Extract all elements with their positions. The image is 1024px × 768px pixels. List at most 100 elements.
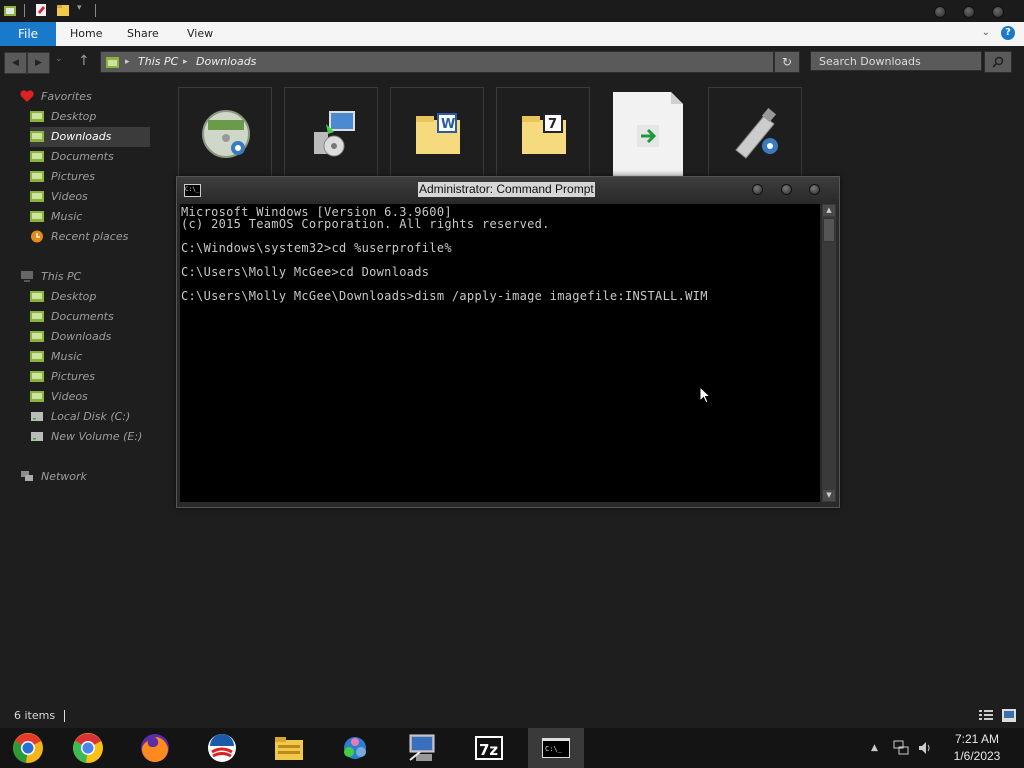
network-status-icon[interactable] — [893, 740, 909, 756]
nav-pc-pictures[interactable]: Pictures — [30, 367, 178, 387]
status-separator — [64, 710, 65, 722]
breadcrumb-separator-icon: ▸ — [125, 57, 130, 67]
svg-text:7z: 7z — [479, 741, 498, 759]
customize-toolbar-chevron-icon[interactable]: ▾ — [77, 3, 82, 13]
properties-icon[interactable] — [34, 3, 48, 17]
address-bar[interactable]: ▸ This PC ▸ Downloads — [100, 51, 774, 73]
file-tile-setup-program[interactable] — [284, 87, 378, 177]
new-folder-icon[interactable] — [56, 3, 70, 17]
file-tile-disc-installer[interactable] — [178, 87, 272, 177]
pictures-folder-icon — [30, 371, 44, 382]
search-button[interactable] — [984, 51, 1012, 73]
taskbar-7zip[interactable]: 7z — [461, 728, 517, 768]
recent-locations-chevron-icon[interactable]: ⌄ — [55, 54, 63, 64]
taskbar-campaign-logo[interactable] — [194, 728, 250, 768]
videos-folder-icon — [30, 191, 44, 202]
taskbar-remote-desktop[interactable] — [394, 728, 450, 768]
details-view-icon[interactable] — [979, 709, 993, 722]
tab-home[interactable]: Home — [70, 22, 102, 46]
console-output[interactable]: Microsoft Windows [Version 6.3.9600] (c)… — [180, 204, 820, 502]
shortcut-file-icon — [613, 92, 683, 177]
nav-pc-music[interactable]: Music — [30, 347, 178, 367]
taskbar-chrome-canary[interactable] — [0, 728, 56, 768]
large-icons-view-icon[interactable] — [1002, 709, 1016, 722]
nav-pc-local-disk[interactable]: Local Disk (C:) — [30, 407, 178, 427]
svg-text:W: W — [441, 117, 455, 132]
taskbar-file-explorer[interactable] — [261, 728, 317, 768]
pictures-folder-icon — [30, 171, 44, 182]
nav-network[interactable]: Network — [20, 467, 168, 487]
expand-ribbon-chevron-icon[interactable]: ⌄ — [982, 27, 990, 38]
tab-file[interactable]: File — [0, 22, 56, 46]
help-icon[interactable]: ? — [1001, 26, 1015, 40]
clock-time: 7:21 AM — [954, 732, 1000, 746]
show-hidden-icons-icon[interactable]: ▲ — [871, 743, 878, 753]
breadcrumb-downloads[interactable]: Downloads — [196, 52, 256, 72]
nav-favorites-recent-places[interactable]: Recent places — [30, 227, 178, 247]
cmd-close-button[interactable] — [809, 184, 820, 195]
nav-pc-videos[interactable]: Videos — [30, 387, 178, 407]
cmd-maximize-button[interactable] — [781, 184, 792, 195]
nav-favorites-downloads[interactable]: Downloads — [30, 127, 150, 147]
nav-pc-desktop[interactable]: Desktop — [30, 287, 178, 307]
nav-pc-new-volume[interactable]: New Volume (E:) — [30, 427, 178, 447]
explorer-app-icon[interactable] — [3, 3, 17, 17]
nav-favorites[interactable]: Favorites — [20, 87, 168, 107]
folder-location-icon — [106, 57, 119, 68]
nav-favorites-desktop[interactable]: Desktop — [30, 107, 178, 127]
videos-folder-icon — [30, 391, 44, 402]
console-scrollbar[interactable]: ▲ ▼ — [822, 204, 836, 502]
scroll-down-arrow-icon[interactable]: ▼ — [823, 490, 835, 501]
tab-view[interactable]: View — [187, 22, 213, 46]
drive-icon — [31, 412, 43, 421]
search-input[interactable]: Search Downloads — [810, 51, 982, 71]
file-explorer-icon — [275, 737, 303, 760]
ribbon: File Home Share View ⌄ ? — [0, 22, 1024, 46]
cmd-minimize-button[interactable] — [752, 184, 763, 195]
scroll-up-arrow-icon[interactable]: ▲ — [823, 205, 835, 216]
nav-this-pc[interactable]: This PC — [20, 267, 168, 287]
close-button[interactable] — [992, 6, 1004, 18]
mouse-cursor-icon — [699, 386, 711, 404]
forward-button[interactable]: ▶ — [27, 52, 50, 74]
file-tile-word-document[interactable]: W — [390, 87, 484, 177]
breadcrumb-separator-icon: ▸ — [183, 57, 188, 67]
taskbar-command-prompt[interactable]: C:\_ — [528, 728, 584, 768]
campaign-logo-icon — [208, 734, 236, 762]
taskbar-firefox[interactable] — [127, 728, 183, 768]
minimize-button[interactable] — [934, 6, 946, 18]
taskbar-chrome[interactable] — [60, 728, 116, 768]
search-icon — [992, 56, 1004, 68]
command-prompt-icon[interactable]: C:\_ — [184, 184, 201, 197]
taskbar-network-people[interactable] — [327, 728, 383, 768]
command-prompt-window[interactable]: C:\_ Administrator: Command Prompt Micro… — [176, 176, 840, 508]
nav-favorites-documents[interactable]: Documents — [30, 147, 178, 167]
volume-icon[interactable] — [917, 740, 933, 756]
music-folder-icon — [30, 351, 44, 362]
items-count: 6 items — [14, 709, 56, 722]
system-clock[interactable]: 7:21 AM 1/6/2023 — [942, 731, 1012, 765]
heart-icon — [20, 90, 34, 102]
nav-pc-documents[interactable]: Documents — [30, 307, 178, 327]
chrome-canary-icon — [13, 733, 43, 763]
explorer-title-bar: ▾ — [0, 0, 1024, 22]
word-document-icon: W — [416, 113, 460, 154]
taskbar: 7z C:\_ ▲ 7:21 AM 1/6/2023 — [0, 728, 1024, 768]
tab-share[interactable]: Share — [127, 22, 159, 46]
file-tile-usb-tool[interactable] — [708, 87, 802, 177]
nav-pc-downloads[interactable]: Downloads — [30, 327, 178, 347]
breadcrumb-this-pc[interactable]: This PC — [138, 52, 178, 72]
scroll-thumb[interactable] — [823, 218, 835, 242]
nav-favorites-pictures[interactable]: Pictures — [30, 167, 178, 187]
file-tile-shortcut[interactable] — [613, 92, 683, 177]
file-tile-7zip-archive[interactable]: 7 — [496, 87, 590, 177]
back-button[interactable]: ◀ — [4, 52, 27, 74]
nav-favorites-music[interactable]: Music — [30, 207, 178, 227]
documents-folder-icon — [30, 151, 44, 162]
nav-favorites-videos[interactable]: Videos — [30, 187, 178, 207]
maximize-button[interactable] — [963, 6, 975, 18]
command-prompt-title-bar[interactable]: C:\_ Administrator: Command Prompt — [177, 177, 839, 203]
7zip-icon: 7z — [475, 736, 503, 760]
up-arrow-icon[interactable]: ↑ — [78, 53, 90, 69]
refresh-button[interactable]: ↻ — [774, 51, 800, 73]
